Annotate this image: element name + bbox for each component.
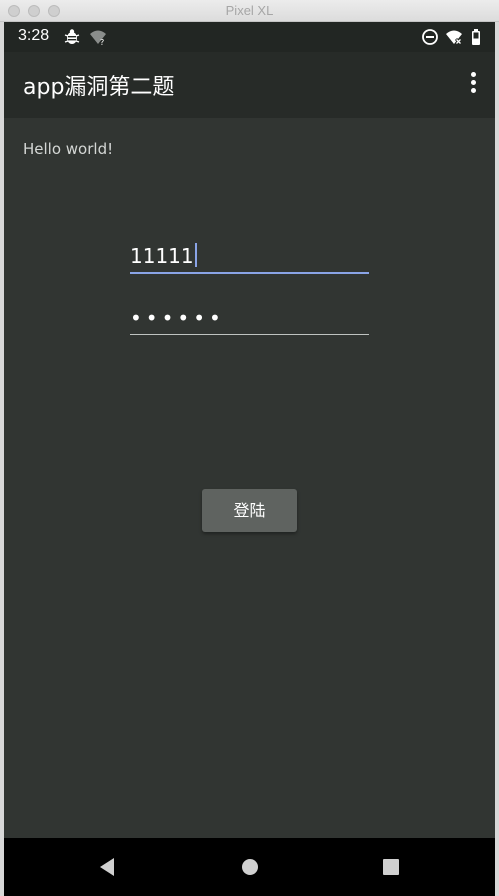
main-content: Hello world! 11111 •••••• 登陆 <box>4 118 495 838</box>
recents-icon[interactable] <box>380 856 402 878</box>
device-screen: 3:28 ? app漏洞第二题 Hello world! 11111 •••••… <box>4 22 495 896</box>
window-titlebar: Pixel XL <box>0 0 499 22</box>
username-input[interactable]: 11111 <box>130 234 369 274</box>
login-button[interactable]: 登陆 <box>202 489 297 532</box>
do-not-disturb-icon <box>422 29 438 45</box>
emulator-window: Pixel XL 3:28 ? app漏洞第二题 Hello world! 11… <box>0 0 499 896</box>
username-value: 11111 <box>130 244 194 268</box>
wifi-unknown-icon: ? <box>90 30 106 46</box>
wifi-off-icon <box>446 30 463 46</box>
debug-bug-icon <box>64 29 80 44</box>
password-input[interactable]: •••••• <box>130 304 369 335</box>
app-bar: app漏洞第二题 <box>4 52 495 118</box>
home-icon[interactable] <box>239 856 261 878</box>
overflow-menu-icon[interactable] <box>465 72 481 98</box>
window-title: Pixel XL <box>225 3 274 18</box>
svg-text:?: ? <box>100 38 104 46</box>
password-value: •••••• <box>130 306 225 330</box>
text-cursor <box>194 243 197 267</box>
navigation-bar <box>4 838 495 896</box>
back-icon[interactable] <box>96 856 118 878</box>
hello-text: Hello world! <box>23 140 114 158</box>
app-title: app漏洞第二题 <box>23 75 175 100</box>
battery-icon <box>472 29 480 45</box>
status-time: 3:28 <box>18 27 50 44</box>
status-bar: 3:28 ? <box>4 22 495 52</box>
